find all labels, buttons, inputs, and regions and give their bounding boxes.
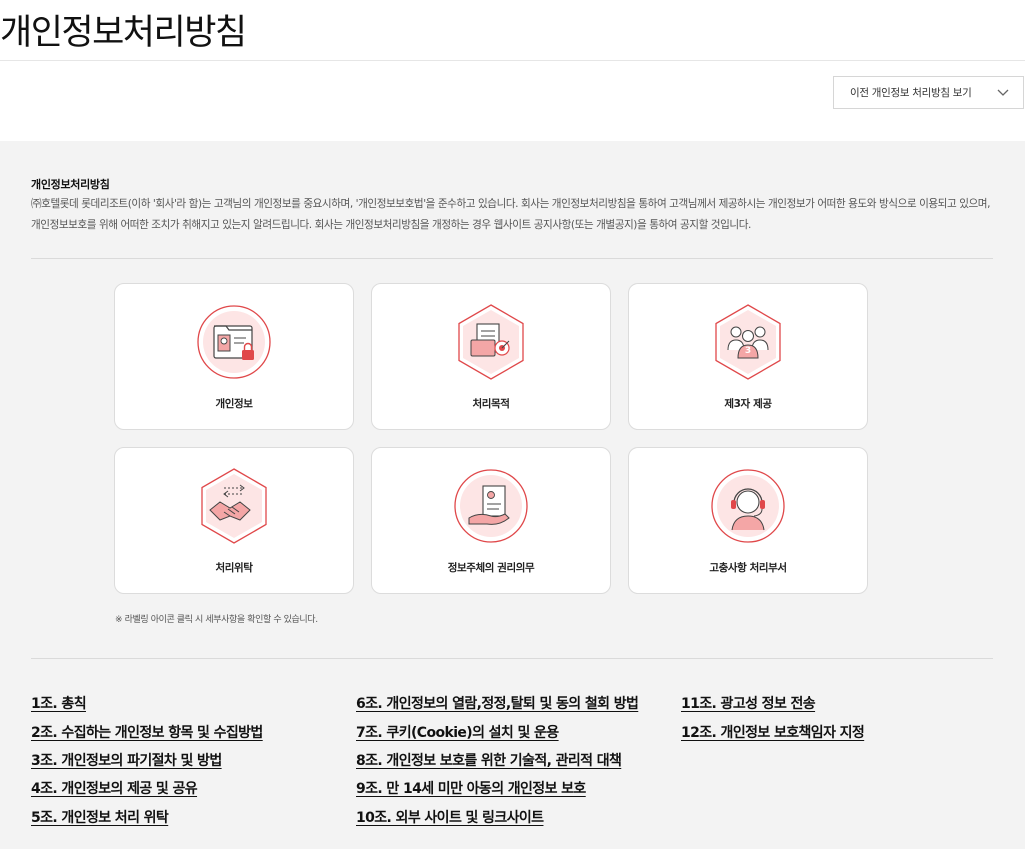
toc-link-12[interactable]: 12조. 개인정보 보호책임자 지정 — [681, 722, 865, 742]
toc-link-4[interactable]: 4조. 개인정보의 제공 및 공유 — [31, 778, 198, 798]
card-label: 제3자 제공 — [724, 398, 772, 410]
toc-link-10[interactable]: 10조. 외부 사이트 및 링크사이트 — [356, 807, 544, 827]
handshake-icon — [201, 468, 267, 544]
toc-link-2[interactable]: 2조. 수집하는 개인정보 항목 및 수집방법 — [31, 722, 263, 742]
toc-link-9[interactable]: 9조. 만 14세 미만 아동의 개인정보 보호 — [356, 778, 586, 798]
section-divider — [31, 258, 993, 259]
card-label: 고충사항 처리부서 — [709, 562, 787, 574]
toc-link-8[interactable]: 8조. 개인정보 보호를 위한 기술적, 관리적 대책 — [356, 750, 622, 770]
third-party-badge: 3 — [744, 346, 752, 356]
card-label: 처리목적 — [472, 398, 510, 410]
processing-purpose-icon — [458, 304, 524, 380]
card-label: 처리위탁 — [215, 562, 253, 574]
previous-policy-dropdown-label: 이전 개인정보 처리방침 보기 — [850, 87, 972, 99]
card-label: 정보주체의 권리의무 — [447, 562, 535, 574]
card-data-subject-rights[interactable]: 정보주체의 권리의무 — [371, 447, 611, 594]
personal-info-icon — [197, 305, 271, 379]
intro-text: ㈜호텔롯데 롯데리조트(이하 '회사'라 함)는 고객님의 개인정보를 중요시하… — [31, 198, 991, 231]
toc-link-5[interactable]: 5조. 개인정보 처리 위탁 — [31, 807, 169, 827]
card-personal-info[interactable]: 개인정보 — [114, 283, 354, 430]
card-processing-purpose[interactable]: 처리목적 — [371, 283, 611, 430]
toc-link-11[interactable]: 11조. 광고성 정보 전송 — [681, 693, 816, 713]
section-divider — [31, 658, 993, 659]
page-title: 개인정보처리방침 — [0, 13, 247, 53]
toc-link-7[interactable]: 7조. 쿠키(Cookie)의 설치 및 운용 — [356, 722, 559, 742]
card-complaint-department[interactable]: 고충사항 처리부서 — [628, 447, 868, 594]
labeling-note: ※ 라벨링 아이콘 클릭 시 세부사항을 확인할 수 있습니다. — [115, 615, 318, 625]
toc-link-3[interactable]: 3조. 개인정보의 파기절차 및 방법 — [31, 750, 222, 770]
card-entrustment[interactable]: 처리위탁 — [114, 447, 354, 594]
headset-icon — [711, 469, 785, 543]
card-third-party[interactable]: 3 제3자 제공 — [628, 283, 868, 430]
toc-link-1[interactable]: 1조. 총칙 — [31, 693, 87, 713]
rights-icon — [454, 469, 528, 543]
card-label: 개인정보 — [215, 398, 253, 410]
toc-link-6[interactable]: 6조. 개인정보의 열람,정정,탈퇴 및 동의 철회 방법 — [356, 693, 639, 713]
intro-title: 개인정보처리방침 — [31, 178, 110, 191]
third-party-icon — [715, 304, 781, 380]
chevron-down-icon — [997, 89, 1009, 96]
previous-policy-dropdown[interactable]: 이전 개인정보 처리방침 보기 — [833, 76, 1024, 109]
title-divider — [0, 60, 1025, 61]
